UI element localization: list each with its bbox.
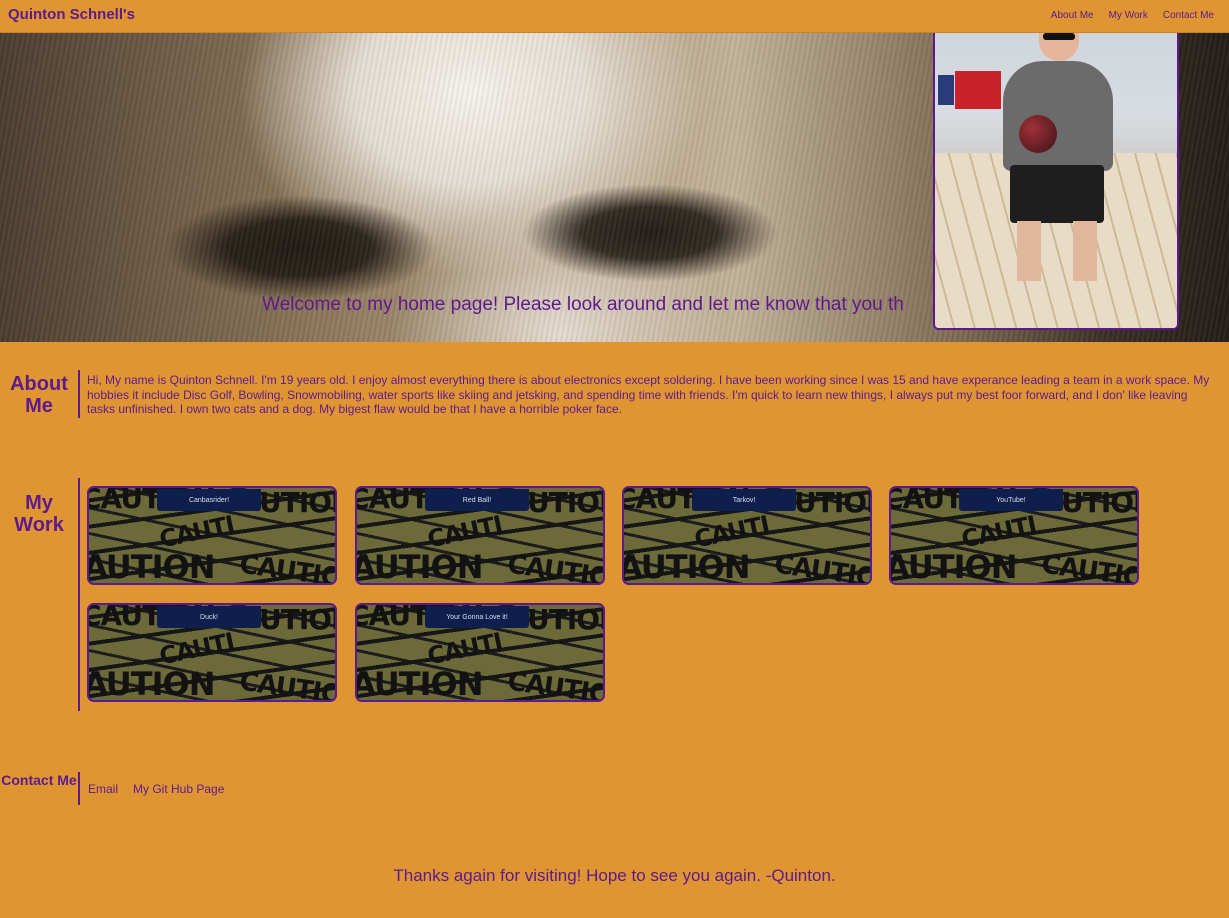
work-card-duck[interactable]: CAUTION CAUTI AUTION CAUTION UTION Duck! bbox=[87, 603, 337, 702]
nav-my-work[interactable]: My Work bbox=[1109, 10, 1148, 21]
contact-me-heading: Contact Me bbox=[1, 772, 77, 788]
main-nav: About Me My Work Contact Me bbox=[1051, 10, 1214, 21]
work-card-title[interactable]: Red Ball! bbox=[425, 489, 529, 511]
work-card-canbasrider[interactable]: CAUTION CAUTI AUTION CAUTION UTION Canba… bbox=[87, 486, 337, 585]
work-divider bbox=[78, 478, 80, 711]
contact-divider bbox=[78, 772, 80, 805]
about-divider bbox=[78, 370, 80, 418]
email-link[interactable]: Email bbox=[88, 782, 118, 796]
person-shirt bbox=[1003, 61, 1113, 171]
about-me-heading: About Me bbox=[10, 373, 68, 417]
work-card-youtube[interactable]: CAUTION CAUTI AUTION CAUTION UTION YouTu… bbox=[889, 486, 1139, 585]
profile-photo bbox=[933, 33, 1179, 330]
bowling-ball bbox=[1019, 115, 1057, 153]
github-link[interactable]: My Git Hub Page bbox=[133, 782, 224, 796]
work-card-tarkov[interactable]: CAUTION CAUTI AUTION CAUTION UTION Tarko… bbox=[622, 486, 872, 585]
work-card-title[interactable]: Canbasrider! bbox=[157, 489, 261, 511]
footer-message: Thanks again for visiting! Hope to see y… bbox=[393, 866, 836, 885]
about-me-text: Hi, My name is Quinton Schnell. I'm 19 y… bbox=[87, 373, 1210, 416]
site-title[interactable]: Quinton Schnell's bbox=[8, 6, 135, 23]
site-header: Quinton Schnell's About Me My Work Conta… bbox=[0, 0, 1229, 33]
work-card-title[interactable]: YouTube! bbox=[959, 489, 1063, 511]
work-card-title[interactable]: Tarkov! bbox=[692, 489, 796, 511]
work-card-title[interactable]: Your Gonna Love it! bbox=[425, 606, 529, 628]
work-card-title[interactable]: Duck! bbox=[157, 606, 261, 628]
welcome-text: Welcome to my home page! Please look aro… bbox=[262, 294, 904, 315]
work-card-red-ball[interactable]: CAUTION CAUTI AUTION CAUTION UTION Red B… bbox=[355, 486, 605, 585]
contact-links: Email My Git Hub Page bbox=[88, 782, 224, 796]
nav-contact-me[interactable]: Contact Me bbox=[1163, 10, 1214, 21]
work-card-your-gonna-love-it[interactable]: CAUTION CAUTI AUTION CAUTION UTION Your … bbox=[355, 603, 605, 702]
nav-about-me[interactable]: About Me bbox=[1051, 10, 1094, 21]
my-work-heading: My Work bbox=[14, 492, 64, 536]
bowling-sign bbox=[955, 71, 1001, 109]
